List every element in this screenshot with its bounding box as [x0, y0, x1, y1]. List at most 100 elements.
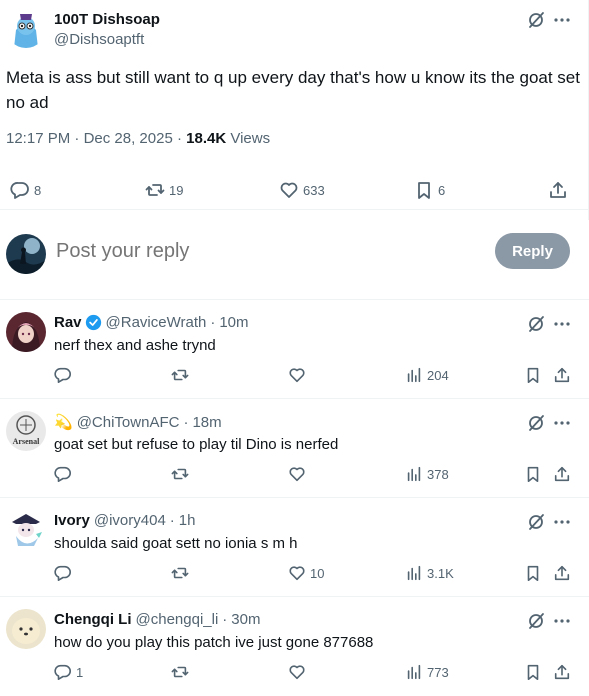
share-button[interactable]	[553, 663, 571, 681]
reply-submit-button[interactable]: Reply	[495, 233, 570, 269]
more-icon[interactable]	[552, 512, 572, 532]
more-icon[interactable]	[552, 611, 572, 631]
reply-item[interactable]: Chengqi Li @chengqi_li · 30m how do you …	[0, 597, 589, 696]
reply-button[interactable]: 8	[10, 180, 41, 200]
repost-button[interactable]: 19	[145, 180, 183, 200]
grok-icon[interactable]	[526, 413, 546, 433]
repost-icon	[171, 468, 189, 480]
reply-item[interactable]: Arsenal 💫 @ChiTownAFC · 18m goat set but…	[0, 399, 589, 498]
repost-button[interactable]	[171, 663, 193, 681]
views-chart-icon	[407, 466, 421, 482]
reply-icon	[10, 182, 29, 199]
reply-item[interactable]: Rav @RaviceWrath · 10m nerf thex and ash…	[0, 300, 589, 399]
repost-button[interactable]	[171, 465, 193, 483]
reply-time[interactable]: 1h	[179, 512, 196, 529]
reply-icon	[54, 664, 71, 681]
repost-button[interactable]	[171, 564, 193, 582]
like-button[interactable]	[288, 465, 310, 483]
reply-icon	[54, 466, 71, 483]
author-avatar[interactable]	[6, 8, 46, 48]
heart-icon	[289, 467, 305, 482]
share-button[interactable]	[548, 180, 568, 200]
bookmark-button[interactable]	[524, 465, 542, 483]
bookmark-button[interactable]	[524, 366, 542, 384]
reply-header: Rav @RaviceWrath · 10m	[54, 314, 249, 331]
share-icon	[554, 664, 570, 680]
reply-author-handle[interactable]: @ChiTownAFC	[77, 414, 180, 431]
verified-badge-icon	[85, 314, 101, 331]
views-count: 378	[427, 466, 449, 482]
bookmark-icon	[418, 182, 430, 199]
like-button[interactable]: 633	[279, 180, 325, 200]
views-button[interactable]: 204	[405, 366, 449, 384]
bookmark-button[interactable]: 6	[414, 180, 445, 200]
reply-text: shoulda said goat sett no ionia s m h	[54, 535, 298, 552]
reply-author-name[interactable]: Chengqi Li	[54, 611, 132, 628]
share-icon	[550, 182, 566, 198]
views-button[interactable]: 773	[405, 663, 449, 681]
reply-time[interactable]: 30m	[231, 611, 260, 628]
reply-author-handle[interactable]: @chengqi_li	[136, 611, 219, 628]
reply-item[interactable]: Ivory @ivory404 · 1h shoulda said goat s…	[0, 498, 589, 597]
grok-icon[interactable]	[526, 314, 546, 334]
reply-time[interactable]: 10m	[219, 314, 248, 331]
repost-button[interactable]	[171, 366, 193, 384]
views-chart-icon	[407, 367, 421, 383]
reply-button[interactable]	[54, 465, 76, 483]
reply-avatar[interactable]	[6, 510, 46, 550]
views-button[interactable]: 3.1K	[405, 564, 454, 582]
reply-icon	[54, 367, 71, 384]
meta-separator: ·	[210, 314, 216, 331]
reply-avatar[interactable]	[6, 609, 46, 649]
reply-author-name[interactable]: Rav	[54, 314, 82, 331]
reply-input[interactable]	[56, 240, 476, 263]
bookmark-button[interactable]	[524, 663, 542, 681]
reply-avatar[interactable]	[6, 312, 46, 352]
grok-icon[interactable]	[526, 10, 546, 30]
more-icon[interactable]	[552, 314, 572, 334]
reply-author-emoji[interactable]: 💫	[54, 413, 73, 431]
share-button[interactable]	[553, 465, 571, 483]
reply-icon	[54, 565, 71, 582]
tweet-time[interactable]: 12:17 PM	[6, 130, 70, 147]
tweet-date[interactable]: Dec 28, 2025	[84, 130, 173, 147]
author-name[interactable]: 100T Dishsoap	[54, 11, 160, 28]
grok-icon[interactable]	[526, 512, 546, 532]
like-button[interactable]	[288, 366, 310, 384]
reply-time[interactable]: 18m	[192, 414, 221, 431]
avatar-text: Arsenal	[13, 437, 40, 446]
reply-button[interactable]	[54, 366, 76, 384]
reply-button[interactable]: 1	[54, 663, 83, 681]
share-button[interactable]	[553, 366, 571, 384]
meta-separator: ·	[183, 413, 189, 431]
share-icon	[554, 367, 570, 383]
like-button[interactable]	[288, 663, 310, 681]
reply-count: 8	[34, 182, 42, 198]
like-count: 633	[303, 182, 325, 198]
tweet-actions: 8 19 633 6	[0, 170, 589, 210]
reply-author-name[interactable]: Ivory	[54, 512, 90, 529]
reply-button[interactable]	[54, 564, 76, 582]
more-icon[interactable]	[552, 413, 572, 433]
reply-author-handle[interactable]: @ivory404	[94, 512, 166, 529]
heart-icon	[280, 182, 298, 198]
reply-avatar[interactable]: Arsenal	[6, 411, 46, 451]
more-icon[interactable]	[552, 10, 572, 30]
views-chart-icon	[407, 664, 421, 680]
like-button[interactable]: 10	[288, 564, 324, 582]
heart-icon	[289, 368, 305, 383]
meta-separator: ·	[176, 130, 182, 147]
repost-icon	[171, 369, 189, 381]
reply-count: 1	[76, 664, 84, 680]
grok-icon[interactable]	[526, 611, 546, 631]
share-button[interactable]	[553, 564, 571, 582]
reply-header: Chengqi Li @chengqi_li · 30m	[54, 611, 260, 628]
bookmark-icon	[527, 565, 539, 582]
views-button[interactable]: 378	[405, 465, 449, 483]
user-avatar[interactable]	[6, 234, 46, 274]
reply-author-handle[interactable]: @RaviceWrath	[106, 314, 207, 331]
author-handle[interactable]: @Dishsoaptft	[54, 31, 144, 48]
tweet-meta: 12:17 PM · Dec 28, 2025 · 18.4K Views	[6, 130, 270, 147]
bookmark-button[interactable]	[524, 564, 542, 582]
views-count: 773	[427, 664, 449, 680]
